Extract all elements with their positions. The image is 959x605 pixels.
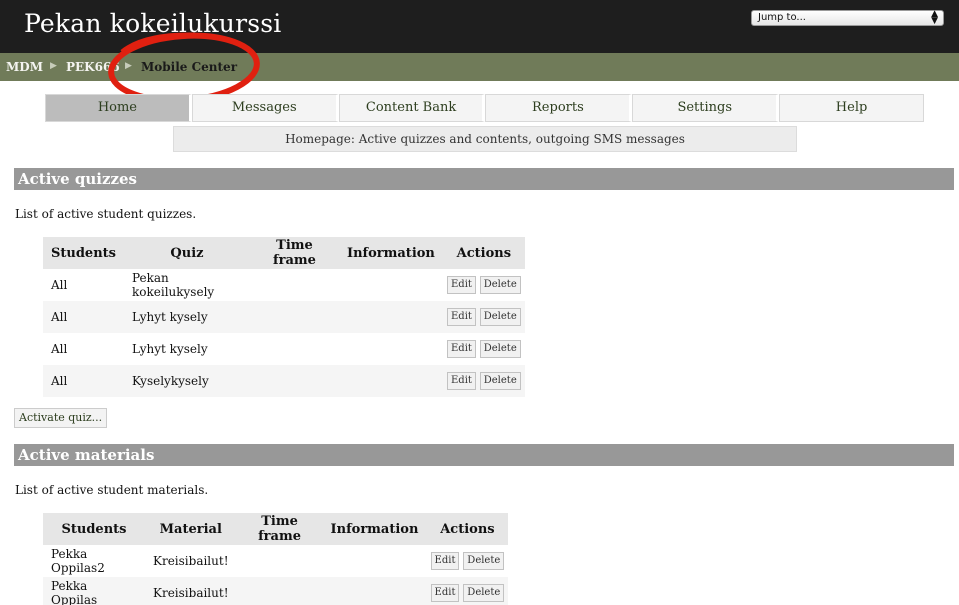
cell-timeframe [249,333,339,365]
cell-quiz: Lyhyt kysely [123,301,250,333]
cell-quiz: Lyhyt kysely [123,333,250,365]
table-row: All Pekan kokeilukysely Edit Delete [43,269,525,301]
tab-reports[interactable]: Reports [485,94,633,122]
table-row: Pekka Oppilas Kreisibailut! Edit Delete [43,577,509,605]
cell-students: All [43,365,124,397]
jump-to-label: Jump to... [758,12,806,23]
column-header: Students [43,237,124,269]
cell-students: Pekka Oppilas2 [43,545,145,577]
cell-material: Kreisibailut! [145,577,237,605]
cell-actions: Edit Delete [442,301,525,333]
tab-content-bank[interactable]: Content Bank [338,94,486,122]
table-row: Pekka Oppilas2 Kreisibailut! Edit Delete [43,545,509,577]
delete-button[interactable]: Delete [479,308,521,326]
cell-quiz: Pekan kokeilukysely [123,269,250,301]
cell-material: Kreisibailut! [145,545,237,577]
cell-information [338,333,443,365]
cell-information [338,301,443,333]
cell-actions: Edit Delete [442,333,525,365]
cell-timeframe [236,545,323,577]
column-header: Students [43,513,145,545]
table-header-row: Students Material Time frame Information… [43,513,509,545]
column-header: Actions [426,513,509,545]
table-row: All Lyhyt kysely Edit Delete [43,333,525,365]
column-header: Time frame [236,513,323,545]
breadcrumb: MDM ▶ PEK666 ▶ Mobile Center [0,53,959,81]
page-subtitle: Homepage: Active quizzes and contents, o… [173,126,797,152]
site-header: Pekan kokeilukurssi Jump to... ▲ ▼ [0,0,959,53]
edit-button[interactable]: Edit [447,372,476,390]
materials-table: Students Material Time frame Information… [43,513,509,605]
breadcrumb-item-course[interactable]: PEK666 [66,60,120,74]
section-heading-materials: Active materials [14,444,954,466]
tab-messages[interactable]: Messages [191,94,339,122]
cell-students: Pekka Oppilas [43,577,145,605]
cell-students: All [43,301,124,333]
main-tabs: Home Messages Content Bank Reports Setti… [45,94,924,122]
edit-button[interactable]: Edit [447,308,476,326]
column-header: Information [338,237,443,269]
edit-button[interactable]: Edit [447,340,476,358]
cell-actions: Edit Delete [426,577,509,605]
cell-quiz: Kyselykysely [123,365,250,397]
table-row: All Kyselykysely Edit Delete [43,365,525,397]
column-header: Information [322,513,427,545]
column-header: Time frame [249,237,339,269]
cell-information [322,577,427,605]
delete-button[interactable]: Delete [479,372,521,390]
cell-timeframe [249,269,339,301]
edit-button[interactable]: Edit [430,584,460,602]
column-header: Material [145,513,237,545]
cell-timeframe [249,365,339,397]
delete-button[interactable]: Delete [479,340,521,358]
section-heading-quizzes: Active quizzes [14,168,954,190]
delete-button[interactable]: Delete [463,552,505,570]
section-description-materials: List of active student materials. [15,483,209,497]
table-header-row: Students Quiz Time frame Information Act… [43,237,525,269]
quizzes-table: Students Quiz Time frame Information Act… [43,237,525,397]
edit-button[interactable]: Edit [447,276,476,294]
site-title[interactable]: Pekan kokeilukurssi [24,9,282,38]
tab-help[interactable]: Help [779,94,924,122]
cell-information [322,545,427,577]
jump-to-select[interactable]: Jump to... ▲ ▼ [751,10,944,26]
select-arrows-icon: ▲ ▼ [931,9,938,26]
cell-actions: Edit Delete [442,365,525,397]
cell-information [338,269,443,301]
breadcrumb-separator-icon: ▶ [50,61,57,71]
column-header: Actions [442,237,525,269]
cell-actions: Edit Delete [426,545,509,577]
section-description-quizzes: List of active student quizzes. [15,207,197,221]
cell-timeframe [236,577,323,605]
column-header: Quiz [123,237,250,269]
tab-home[interactable]: Home [45,94,192,122]
tab-settings[interactable]: Settings [632,94,780,122]
cell-information [338,365,443,397]
delete-button[interactable]: Delete [463,584,505,602]
delete-button[interactable]: Delete [479,276,521,294]
breadcrumb-item-mdm[interactable]: MDM [6,60,43,74]
breadcrumb-item-current: Mobile Center [141,60,238,74]
cell-students: All [43,269,124,301]
table-row: All Lyhyt kysely Edit Delete [43,301,525,333]
cell-timeframe [249,301,339,333]
cell-students: All [43,333,124,365]
cell-actions: Edit Delete [442,269,525,301]
edit-button[interactable]: Edit [430,552,460,570]
breadcrumb-separator-icon: ▶ [125,61,132,71]
activate-quiz-button[interactable]: Activate quiz... [14,408,108,428]
